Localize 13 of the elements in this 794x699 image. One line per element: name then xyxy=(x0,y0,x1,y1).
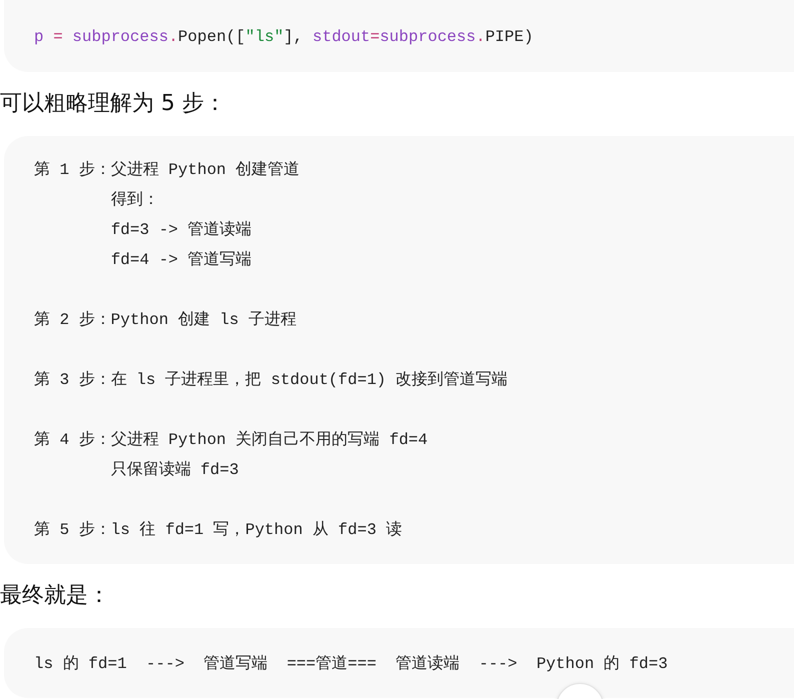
heading-text: 最终就是： xyxy=(0,582,110,610)
code-line: 第 3 步：在 ls 子进程里，把 stdout(fd=1) 改接到管道写端 xyxy=(34,370,508,391)
code-line: fd=4 -> 管道写端 xyxy=(110,250,252,271)
code-line: p = subprocess.Popen(["ls"], stdout=subprocess.PIPE) xyxy=(34,27,534,48)
code-line: 第 5 步：ls 往 fd=1 写，Python 从 fd=3 读 xyxy=(34,520,402,541)
heading-text: 可以粗略理解为 5 步： xyxy=(0,90,226,118)
code-line: 第 2 步：Python 创建 ls 子进程 xyxy=(34,310,296,331)
code-line: 第 1 步：父进程 Python 创建管道 xyxy=(34,160,300,181)
code-line: 得到： xyxy=(110,190,159,211)
code-line: 只保留读端 fd=3 xyxy=(110,460,239,481)
code-line: 第 4 步：父进程 Python 关闭自己不用的写端 fd=4 xyxy=(34,430,428,451)
code-line: fd=3 -> 管道读端 xyxy=(110,220,252,241)
code-line: ls 的 fd=1 ---> 管道写端 ===管道=== 管道读端 ---> Python 的 fd=3 xyxy=(34,654,668,675)
